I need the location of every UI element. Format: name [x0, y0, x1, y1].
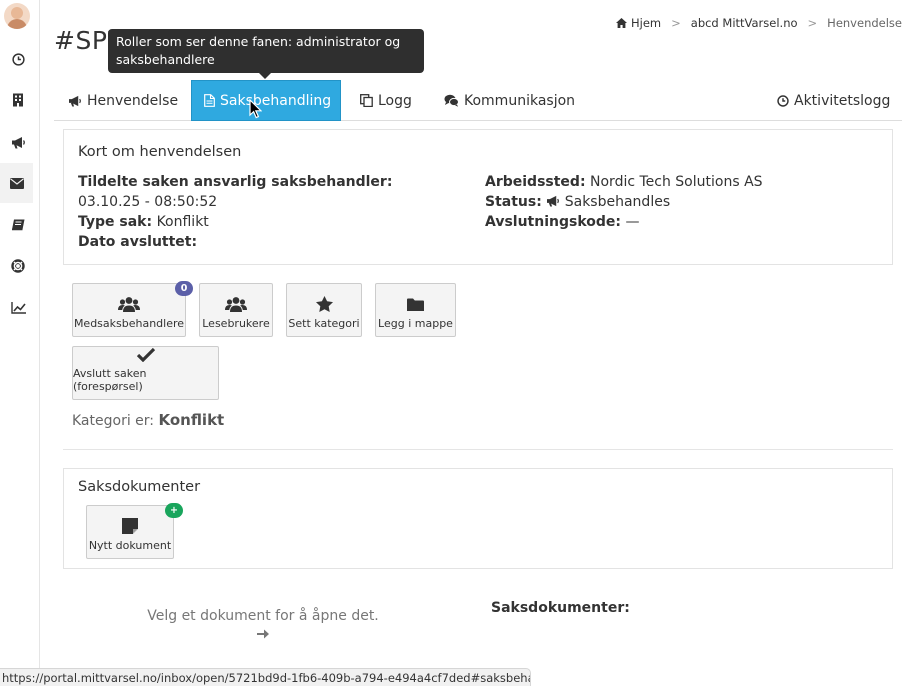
- tab-label: Aktivitetslogg: [794, 92, 891, 109]
- status-value: Saksbehandles: [564, 194, 671, 210]
- tab-aktivitetslogg[interactable]: Aktivitetslogg: [765, 80, 902, 121]
- sidebar-item-help[interactable]: [0, 246, 36, 286]
- arrow-right-icon: [257, 629, 269, 639]
- category-value: Konflikt: [158, 411, 225, 429]
- avatar[interactable]: [4, 3, 30, 29]
- closing-code-field: Avslutningskode: —: [485, 212, 639, 232]
- sidebar-item-statistics[interactable]: [0, 288, 36, 328]
- breadcrumb-home-label: Hjem: [631, 16, 662, 30]
- new-document-button[interactable]: Nytt dokument +: [86, 503, 183, 559]
- document-empty-hint: Velg et dokument for å åpne det.: [140, 608, 386, 644]
- case-summary-title: Kort om henvendelsen: [78, 144, 242, 160]
- case-type-value: Konflikt: [156, 214, 209, 230]
- breadcrumb-separator: >: [671, 16, 681, 30]
- tab-saksbehandling[interactable]: Saksbehandling: [191, 80, 341, 121]
- category-prefix: Kategori er:: [72, 413, 155, 429]
- tab-label: Saksbehandling: [220, 92, 332, 109]
- case-summary-panel: Kort om henvendelsen Tildelte saken ansv…: [63, 129, 893, 265]
- set-category-label: Sett kategori: [288, 317, 360, 330]
- assigned-value: 03.10.25 - 08:50:52: [78, 194, 218, 210]
- envelope-icon: [9, 177, 24, 189]
- sidebar-item-inbox[interactable]: [0, 163, 36, 203]
- co-handlers-count-badge: 0: [175, 281, 193, 296]
- star-icon: [315, 296, 333, 312]
- status-label: Status:: [485, 194, 542, 210]
- co-handlers-label: Medsaksbehandlere: [73, 317, 185, 330]
- case-type-label: Type sak:: [78, 214, 153, 230]
- closing-code-label: Avslutningskode:: [485, 214, 622, 230]
- assigned-label: Tildelte saken ansvarlig saksbehandler:: [78, 174, 393, 190]
- readers-label: Lesebrukere: [202, 317, 270, 330]
- add-to-folder-button[interactable]: Legg i mappe: [375, 283, 456, 337]
- close-case-button[interactable]: Avslutt saken (forespørsel): [72, 346, 219, 400]
- readers-button[interactable]: Lesebrukere: [199, 283, 273, 337]
- building-icon: [13, 93, 23, 107]
- browser-status-bar: https://portal.mittvarsel.no/inbox/open/…: [0, 668, 531, 686]
- tab-label: Kommunikasjon: [464, 92, 576, 109]
- folder-icon: [407, 298, 424, 311]
- sidebar-item-reports[interactable]: [0, 122, 36, 162]
- tab-label: Henvendelse: [87, 92, 179, 109]
- closing-code-value: —: [625, 214, 640, 230]
- file-icon: [204, 94, 215, 107]
- case-documents-title: Saksdokumenter: [78, 479, 201, 495]
- megaphone-icon: [69, 95, 81, 107]
- sticky-note-icon: [122, 518, 138, 534]
- clock-icon: [11, 52, 25, 66]
- assigned-field: Tildelte saken ansvarlig saksbehandler: …: [78, 172, 438, 212]
- sidebar: [0, 0, 40, 686]
- breadcrumb-separator: >: [807, 16, 818, 30]
- tab-label: Logg: [378, 92, 412, 109]
- breadcrumb-tenant[interactable]: abcd MittVarsel.no: [691, 16, 798, 30]
- co-handlers-button[interactable]: Medsaksbehandlere 0: [72, 281, 193, 337]
- closed-date-field: Dato avsluttet:: [78, 232, 197, 252]
- chat-icon: [444, 94, 459, 107]
- status-field: Status: Saksbehandles: [485, 192, 670, 212]
- mouse-cursor-icon: [249, 99, 262, 119]
- workplace-field: Arbeidssted: Nordic Tech Solutions AS: [485, 172, 763, 192]
- clock-icon: [777, 94, 789, 107]
- tab-tooltip: Roller som ser denne fanen: administrato…: [108, 29, 424, 73]
- tooltip-arrow: [259, 73, 271, 79]
- case-type-field: Type sak: Konflikt: [78, 212, 209, 232]
- checkmark-icon: [136, 347, 155, 362]
- sidebar-item-cases[interactable]: [0, 80, 36, 120]
- tab-logg[interactable]: Logg: [348, 80, 424, 121]
- megaphone-icon: [547, 195, 560, 207]
- divider: [63, 449, 893, 450]
- users-icon: [225, 297, 247, 312]
- tab-kommunikasjon[interactable]: Kommunikasjon: [432, 80, 587, 121]
- sidebar-item-handbook[interactable]: [0, 205, 36, 245]
- tab-bar: Henvendelse Saksbehandling Logg Kommunik…: [54, 80, 902, 121]
- home-icon: [616, 18, 627, 28]
- book-icon: [12, 219, 25, 231]
- breadcrumb-current: Henvendelse: [827, 16, 902, 30]
- workplace-label: Arbeidssted:: [485, 174, 586, 190]
- document-empty-hint-text: Velg et dokument for å åpne det.: [147, 608, 379, 624]
- documents-list-label: Saksdokumenter:: [491, 600, 630, 616]
- category-display: Kategori er: Konflikt: [72, 411, 224, 429]
- workplace-value: Nordic Tech Solutions AS: [590, 174, 763, 190]
- megaphone-icon: [11, 136, 25, 148]
- copy-icon: [360, 94, 373, 107]
- closed-date-label: Dato avsluttet:: [78, 234, 198, 250]
- close-case-label: Avslutt saken (forespørsel): [73, 367, 147, 393]
- new-document-label: Nytt dokument: [88, 539, 172, 552]
- breadcrumb-home[interactable]: Hjem: [616, 16, 661, 30]
- breadcrumb: Hjem > abcd MittVarsel.no > Henvendelse: [616, 16, 902, 30]
- new-document-plus-badge: +: [165, 503, 183, 518]
- sidebar-item-dashboard[interactable]: [0, 39, 36, 79]
- users-icon: [118, 297, 140, 312]
- case-documents-panel: Saksdokumenter Nytt dokument +: [63, 468, 893, 569]
- lifebuoy-icon: [11, 259, 25, 273]
- line-chart-icon: [10, 302, 26, 314]
- add-to-folder-label: Legg i mappe: [378, 317, 453, 330]
- tab-henvendelse[interactable]: Henvendelse: [56, 80, 190, 121]
- set-category-button[interactable]: Sett kategori: [286, 283, 362, 337]
